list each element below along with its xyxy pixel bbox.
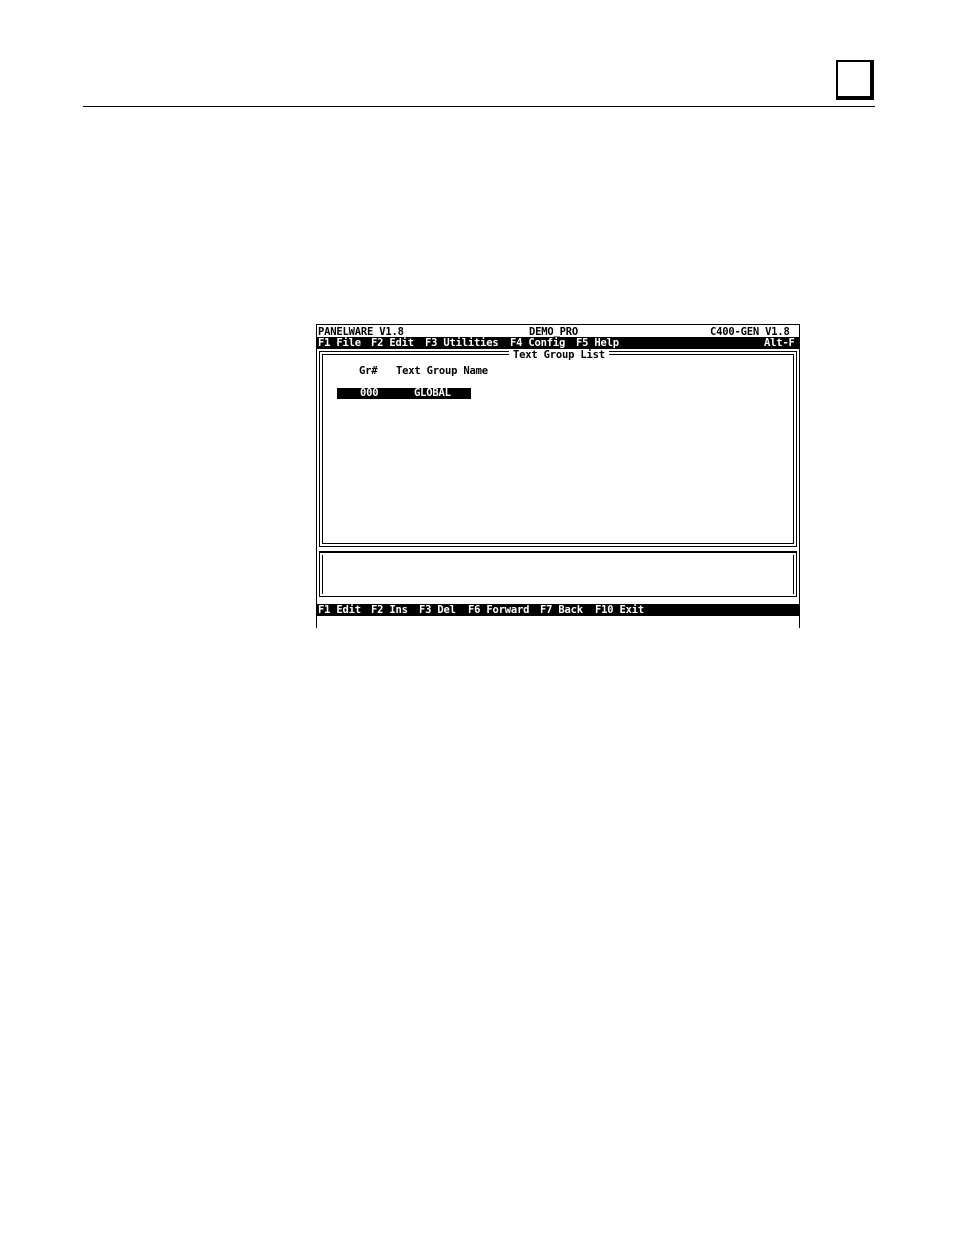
text-group-list-panel: Text Group List Gr# Text Group Name 000 …	[319, 349, 797, 547]
fkey-edit[interactable]: F1 Edit	[318, 604, 361, 616]
group-number-cell: 000	[360, 387, 379, 399]
menu-config[interactable]: F4 Config	[510, 337, 565, 349]
message-panel	[319, 551, 797, 597]
fkey-exit[interactable]: F10 Exit	[595, 604, 644, 616]
title-bar: PANELWARE V1.8 DEMO_PRO C400-GEN V1.8	[317, 324, 799, 338]
menu-edit[interactable]: F2 Edit	[371, 337, 414, 349]
table-row[interactable]: 000 GLOBAL	[337, 387, 471, 399]
message-frame	[322, 555, 794, 594]
menu-shortcut-hint: Alt-F	[764, 337, 795, 349]
text-group-list-frame: Text Group List Gr# Text Group Name 000 …	[322, 349, 794, 544]
panel-title: Text Group List	[509, 349, 609, 361]
menu-help[interactable]: F5 Help	[576, 337, 619, 349]
panelware-screen: PANELWARE V1.8 DEMO_PRO C400-GEN V1.8 F1…	[316, 324, 800, 628]
page-header-rule	[83, 106, 875, 107]
fkey-back[interactable]: F7 Back	[540, 604, 583, 616]
column-header-group-name: Text Group Name	[396, 365, 488, 377]
menu-file[interactable]: F1 File	[318, 337, 361, 349]
function-key-bar: F1 Edit F2 Ins F3 Del F6 Forward F7 Back…	[317, 604, 799, 616]
group-name-cell: GLOBAL	[414, 387, 451, 399]
menu-utilities[interactable]: F3 Utilities	[425, 337, 499, 349]
menu-bar: F1 File F2 Edit F3 Utilities F4 Config F…	[317, 337, 799, 349]
column-header-group-number: Gr#	[359, 365, 378, 377]
fkey-insert[interactable]: F2 Ins	[371, 604, 408, 616]
fkey-forward[interactable]: F6 Forward	[468, 604, 529, 616]
page-corner-box	[836, 60, 874, 100]
fkey-delete[interactable]: F3 Del	[419, 604, 456, 616]
